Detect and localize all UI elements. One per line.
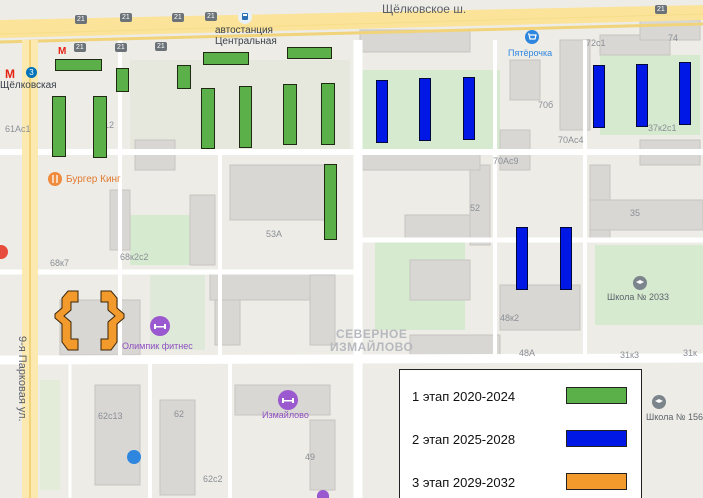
route-badge: 21 [655,5,667,14]
stage3-building[interactable] [54,290,80,357]
svg-text:M: M [5,68,15,80]
metro-station-label[interactable]: Щёлковская [0,80,57,91]
building-number: 31к3 [620,350,639,360]
school-2033-label[interactable]: Школа № 2033 [607,292,669,302]
fitness-icon [278,390,298,410]
building-number: 62с2 [203,474,223,484]
route-badge: 21 [120,13,132,22]
legend-stage2-swatch [566,430,627,447]
route-badge: 21 [115,43,127,52]
bag-icon [127,450,141,464]
building-number: 62 [174,409,185,419]
stage1-building[interactable] [324,164,337,240]
legend-stage1-label: 1 этап 2020-2024 [412,389,516,404]
stage3-building[interactable] [99,290,125,357]
building-number: 72с1 [586,38,606,48]
building-number: 68к7 [50,258,69,268]
stage1-building[interactable] [201,88,215,149]
stage1-building[interactable] [239,86,252,148]
izmailovo-label[interactable]: Измайлово [262,410,309,420]
stage1-building[interactable] [283,84,297,145]
stage2-building[interactable] [593,65,605,128]
building-number: 68к2с2 [120,252,149,262]
stage1-building[interactable] [93,96,107,158]
restaurant-icon [48,172,62,186]
school-icon [652,395,666,409]
building-number: 70Ас9 [493,156,519,166]
shop-icon [317,490,329,498]
building-number: 70Ас4 [558,135,584,145]
building-number: 53А [266,229,283,239]
stage1-building[interactable] [203,52,249,65]
burger-king-label[interactable]: Бургер Кинг [66,174,121,185]
route-badge: 21 [74,43,86,52]
metro-icon: M [58,42,72,60]
district-label: СЕВЕРНОЕ ИЗМАЙЛОВО [330,327,414,354]
stage1-building[interactable] [55,59,102,71]
stage2-building[interactable] [419,78,431,141]
building-number: 48А [519,348,536,358]
route-badge: 21 [205,12,217,21]
legend-stage3-label: 3 этап 2029-2032 [412,475,516,490]
building-number: 48к2 [500,313,519,323]
legend: 1 этап 2020-2024 2 этап 2025-2028 3 этап… [399,369,642,498]
school-1563-label[interactable]: Школа № 1563 [646,412,703,422]
route-badge: 21 [172,13,184,22]
stage1-building[interactable] [287,47,332,59]
bus-icon [238,10,252,24]
building-number: 37к2с1 [648,123,677,133]
stage2-building[interactable] [560,227,572,290]
svg-text:M: M [58,46,66,55]
street-label-shchelkovskoe: Щёлковское ш. [382,2,467,16]
school-icon [633,276,647,290]
building-number: 61Ас1 [5,124,31,134]
pyaterochka-label[interactable]: Пятёрочка [508,48,552,58]
stage1-building[interactable] [116,68,129,92]
stage2-building[interactable] [376,80,388,143]
building-number: 52 [470,203,481,213]
street-label-9-parkovaya: 9-я Парковая ул. [16,336,28,422]
legend-stage1-swatch [566,387,627,404]
shopping-cart-icon [525,30,539,44]
stage1-building[interactable] [52,96,66,157]
legend-stage3-swatch [566,473,627,490]
building-number: 49 [305,452,316,462]
legend-stage2-label: 2 этап 2025-2028 [412,432,516,447]
building-number: 70б [538,100,554,110]
metro-line-badge: 3 [26,67,37,78]
route-badge: 21 [155,42,167,51]
stage2-building[interactable] [679,62,691,125]
olimpik-label[interactable]: Олимпик фитнес [122,341,193,351]
stage1-building[interactable] [321,83,335,145]
fitness-icon [150,316,170,336]
stage1-building[interactable] [177,65,191,89]
stage2-building[interactable] [636,64,648,127]
building-number: 35 [630,208,641,218]
bus-station-label[interactable]: автостанция Центральная [215,25,277,47]
map-canvas[interactable]: Щёлковское ш. 9-я Парковая ул. СЕВЕРНОЕ … [0,0,703,498]
stage2-building[interactable] [463,77,475,140]
route-badge: 21 [75,15,87,24]
stage2-building[interactable] [516,227,528,290]
building-number: 31к [683,348,697,358]
building-number: 74 [668,33,679,43]
building-number: 62с13 [98,411,123,421]
